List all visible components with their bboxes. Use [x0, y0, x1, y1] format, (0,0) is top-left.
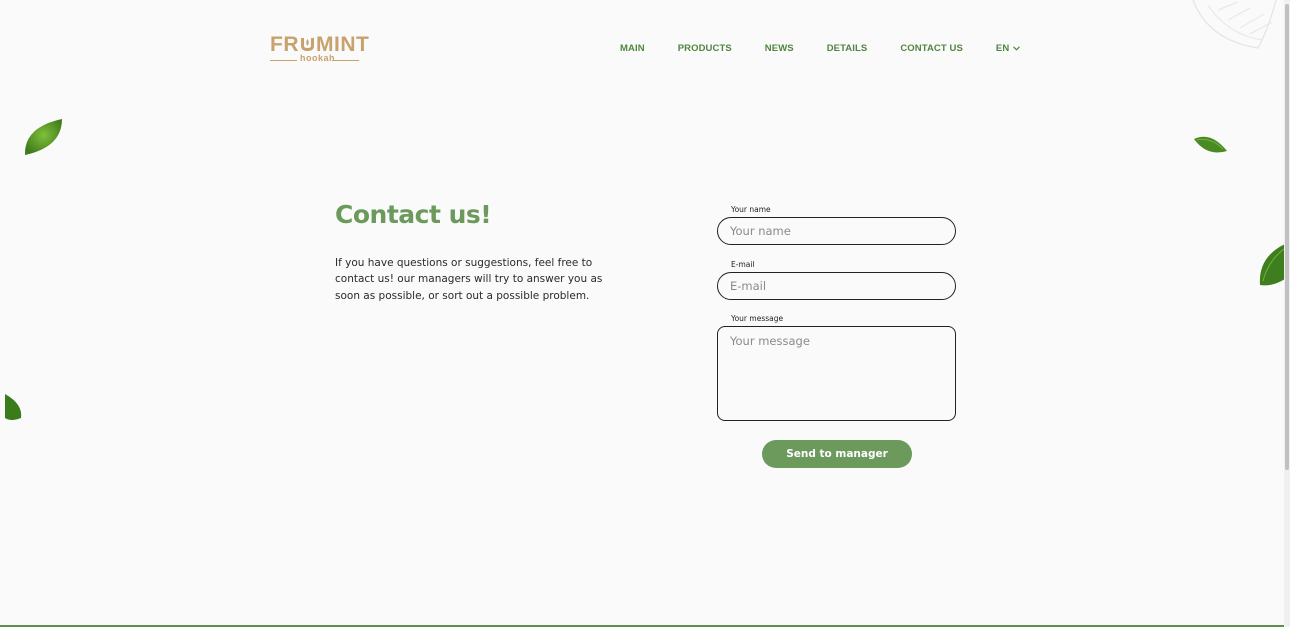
message-field-label: Your message	[731, 314, 784, 323]
chevron-down-icon	[1013, 46, 1021, 51]
nav-item-contact-us[interactable]: CONTACT US	[900, 43, 963, 54]
email-input[interactable]	[717, 272, 956, 300]
contact-description: If you have questions or suggestions, fe…	[335, 257, 603, 302]
logo-text-fr: FR	[270, 33, 299, 56]
logo-divider-left	[270, 60, 297, 61]
page-scrollbar[interactable]	[1284, 0, 1290, 627]
send-to-manager-button[interactable]: Send to manager	[762, 440, 912, 468]
name-input[interactable]	[717, 217, 956, 245]
frumint-logo[interactable]: FR MINT hookah	[270, 33, 369, 66]
page-title: Contact us!	[335, 200, 492, 229]
mint-leaf-icon	[5, 392, 23, 426]
nav-item-main[interactable]: MAIN	[620, 43, 645, 54]
main-nav: MAIN PRODUCTS NEWS DETAILS CONTACT US EN	[620, 43, 1053, 54]
logo-subtitle: hookah	[300, 53, 336, 63]
language-selector[interactable]: EN	[995, 43, 1021, 54]
site-header: FR MINT hookah MAIN PRODUCTS NEWS DETAILS…	[0, 0, 1284, 100]
mint-leaf-icon	[22, 117, 66, 163]
email-field-label: E-mail	[731, 260, 755, 269]
scrollbar-thumb[interactable]	[1285, 4, 1289, 470]
logo-divider-right	[332, 60, 359, 61]
message-textarea[interactable]	[717, 326, 956, 421]
nav-item-details[interactable]: DETAILS	[827, 43, 868, 54]
language-label: EN	[995, 43, 1010, 54]
nav-item-news[interactable]: NEWS	[765, 43, 794, 54]
corner-leaf-outline-icon	[1188, 0, 1278, 54]
mint-leaf-icon	[1258, 243, 1286, 291]
nav-item-products[interactable]: PRODUCTS	[678, 43, 732, 54]
mint-leaf-icon	[1193, 133, 1229, 161]
name-field-label: Your name	[731, 205, 771, 214]
